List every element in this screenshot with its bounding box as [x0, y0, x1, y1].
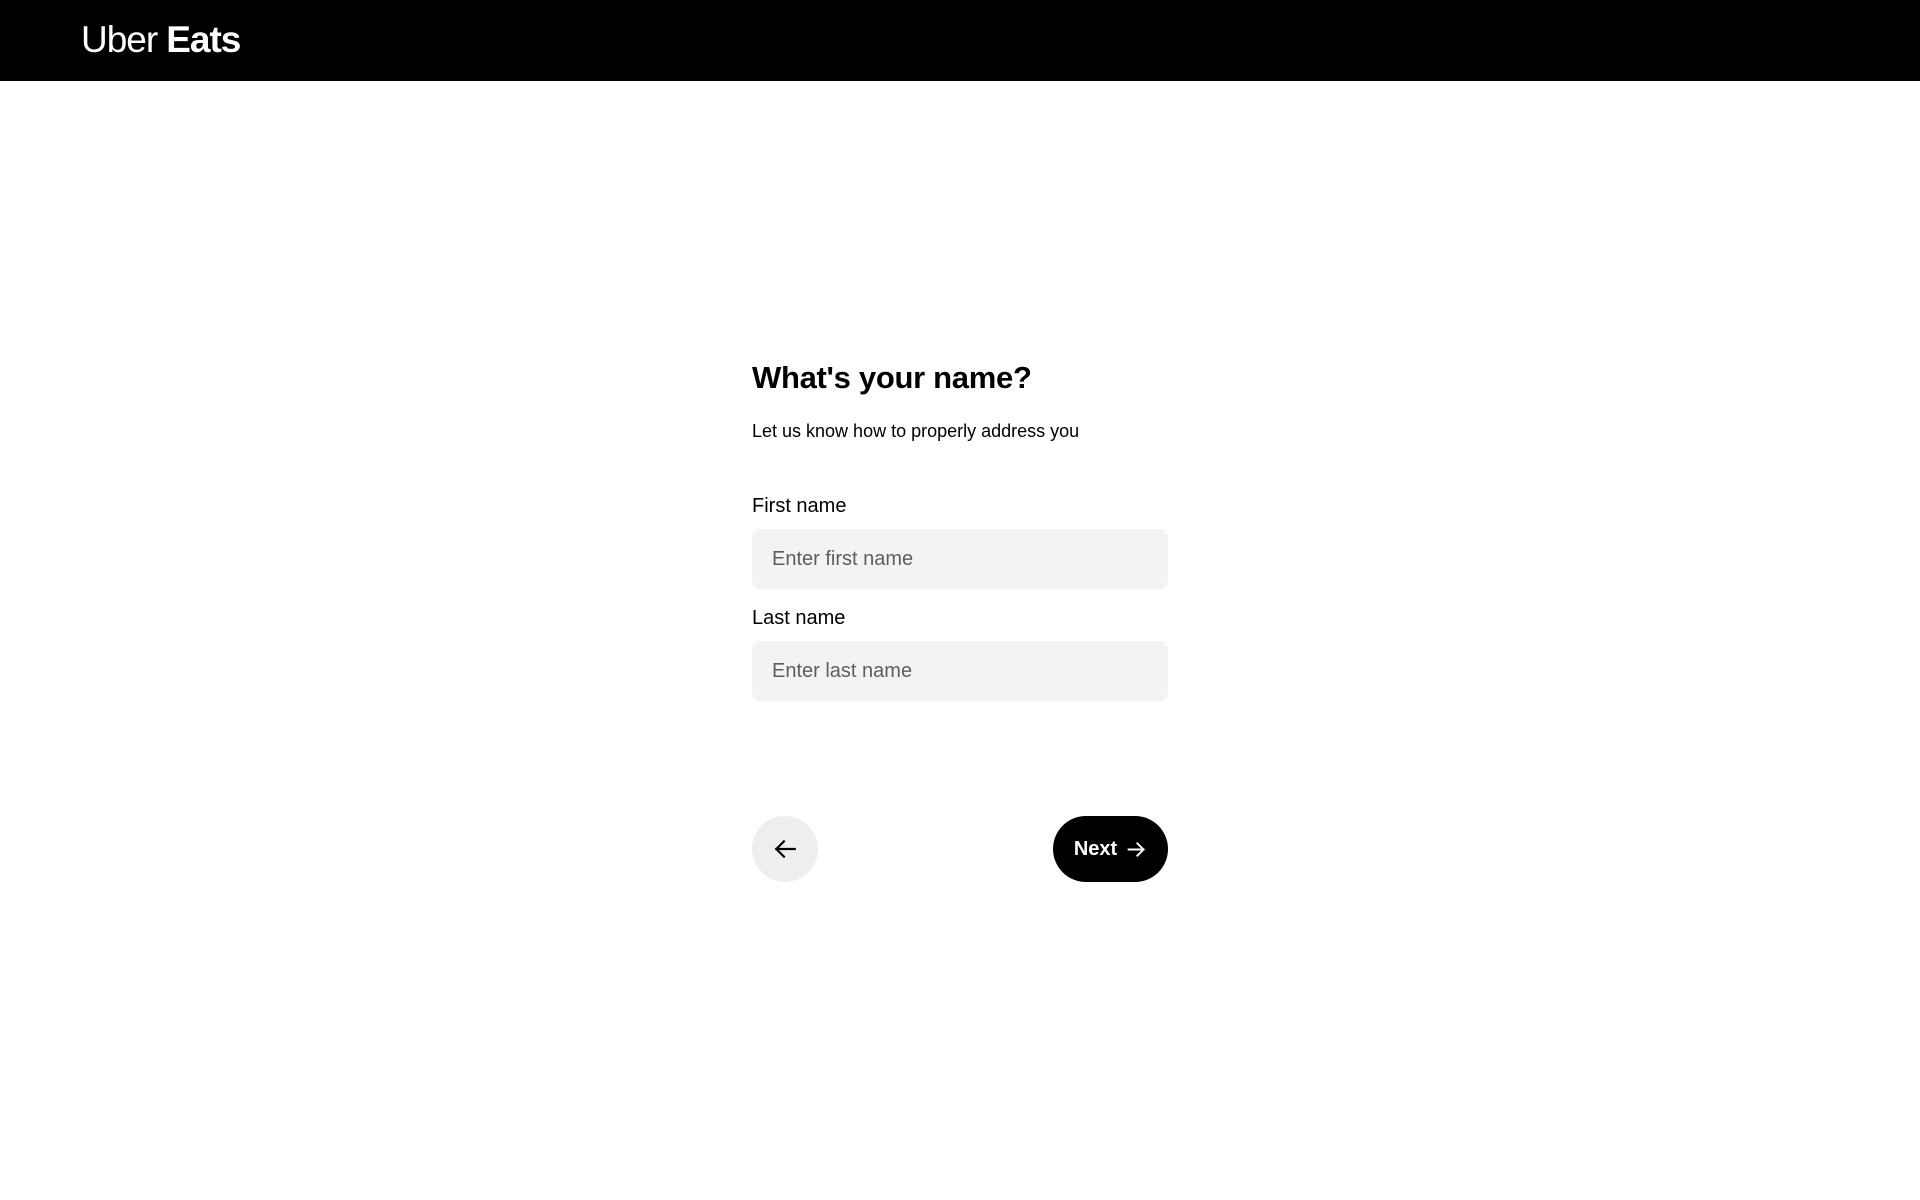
page-subtitle: Let us know how to properly address you: [752, 421, 1080, 441]
arrow-right-icon: [1126, 839, 1147, 860]
back-button[interactable]: [752, 816, 818, 882]
logo-uber-text: Uber: [81, 19, 158, 60]
first-name-label: First name: [752, 495, 847, 517]
arrow-left-icon: [772, 836, 798, 862]
top-navigation-bar: Uber Eats: [0, 0, 1920, 81]
page-title: What's your name?: [752, 360, 1032, 395]
first-name-input[interactable]: [752, 529, 1168, 589]
next-button-label: Next: [1073, 838, 1118, 860]
name-form: What's your name? Let us know how to pro…: [752, 356, 1168, 701]
uber-eats-logo[interactable]: Uber Eats: [81, 18, 241, 62]
last-name-label: Last name: [752, 607, 846, 629]
last-name-input[interactable]: [752, 641, 1168, 701]
next-button[interactable]: Next: [1053, 816, 1168, 882]
logo-eats-text: Eats: [166, 19, 241, 60]
